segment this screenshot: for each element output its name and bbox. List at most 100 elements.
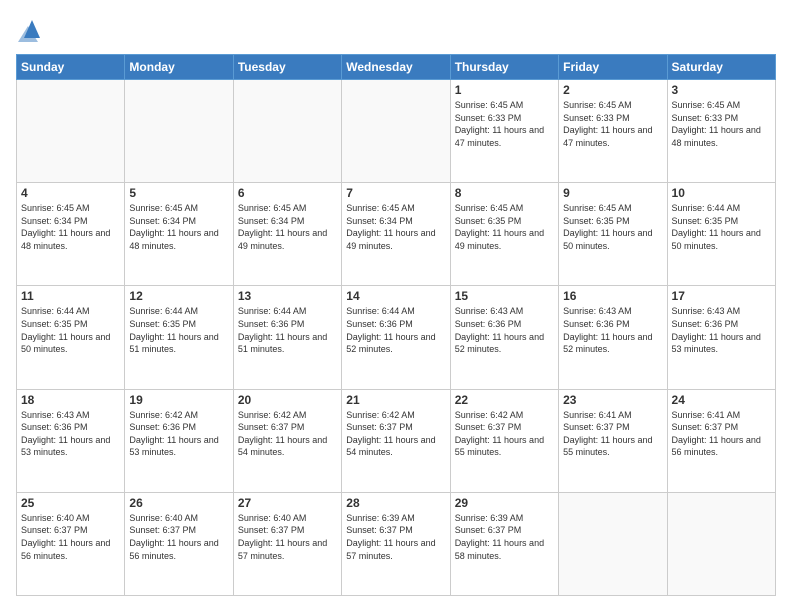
day-info: Sunrise: 6:42 AMSunset: 6:37 PMDaylight:… <box>346 409 445 459</box>
week-row-4: 18 Sunrise: 6:43 AMSunset: 6:36 PMDayligh… <box>17 389 776 492</box>
day-cell <box>233 80 341 183</box>
day-info: Sunrise: 6:43 AMSunset: 6:36 PMDaylight:… <box>455 305 554 355</box>
day-number: 8 <box>455 186 554 200</box>
day-header-sunday: Sunday <box>17 55 125 80</box>
day-info: Sunrise: 6:45 AMSunset: 6:33 PMDaylight:… <box>455 99 554 149</box>
day-number: 5 <box>129 186 228 200</box>
day-cell: 1Sunrise: 6:45 AMSunset: 6:33 PMDaylight… <box>450 80 558 183</box>
day-header-tuesday: Tuesday <box>233 55 341 80</box>
day-cell <box>667 492 775 595</box>
day-cell <box>17 80 125 183</box>
day-info: Sunrise: 6:40 AMSunset: 6:37 PMDaylight:… <box>21 512 120 562</box>
day-cell: 20 Sunrise: 6:42 AMSunset: 6:37 PMDayligh… <box>233 389 341 492</box>
day-cell <box>342 80 450 183</box>
day-info: Sunrise: 6:45 AMSunset: 6:35 PMDaylight:… <box>455 202 554 252</box>
day-info: Sunrise: 6:40 AMSunset: 6:37 PMDaylight:… <box>238 512 337 562</box>
day-cell: 7 Sunrise: 6:45 AMSunset: 6:34 PMDaylight… <box>342 183 450 286</box>
day-info: Sunrise: 6:42 AMSunset: 6:36 PMDaylight:… <box>129 409 228 459</box>
day-cell: 17 Sunrise: 6:43 AMSunset: 6:36 PMDayligh… <box>667 286 775 389</box>
day-info: Sunrise: 6:44 AMSunset: 6:35 PMDaylight:… <box>21 305 120 355</box>
day-info: Sunrise: 6:45 AMSunset: 6:34 PMDaylight:… <box>238 202 337 252</box>
day-info: Sunrise: 6:44 AMSunset: 6:36 PMDaylight:… <box>238 305 337 355</box>
day-header-monday: Monday <box>125 55 233 80</box>
day-cell: 10 Sunrise: 6:44 AMSunset: 6:35 PMDayligh… <box>667 183 775 286</box>
day-info: Sunrise: 6:44 AMSunset: 6:35 PMDaylight:… <box>672 202 771 252</box>
day-cell: 22 Sunrise: 6:42 AMSunset: 6:37 PMDayligh… <box>450 389 558 492</box>
day-number: 29 <box>455 496 554 510</box>
day-number: 18 <box>21 393 120 407</box>
day-number: 2 <box>563 83 662 97</box>
day-info: Sunrise: 6:43 AMSunset: 6:36 PMDaylight:… <box>21 409 120 459</box>
calendar-header: SundayMondayTuesdayWednesdayThursdayFrid… <box>17 55 776 80</box>
day-number: 3 <box>672 83 771 97</box>
week-row-2: 4 Sunrise: 6:45 AMSunset: 6:34 PMDaylight… <box>17 183 776 286</box>
day-number: 20 <box>238 393 337 407</box>
day-number: 12 <box>129 289 228 303</box>
day-cell: 6Sunrise: 6:45 AMSunset: 6:34 PMDaylight… <box>233 183 341 286</box>
day-number: 23 <box>563 393 662 407</box>
day-cell: 25 Sunrise: 6:40 AMSunset: 6:37 PMDayligh… <box>17 492 125 595</box>
day-number: 4 <box>21 186 120 200</box>
day-info: Sunrise: 6:41 AMSunset: 6:37 PMDaylight:… <box>672 409 771 459</box>
day-cell: 28 Sunrise: 6:39 AMSunset: 6:37 PMDayligh… <box>342 492 450 595</box>
day-number: 15 <box>455 289 554 303</box>
day-cell: 21Sunrise: 6:42 AMSunset: 6:37 PMDayligh… <box>342 389 450 492</box>
day-info: Sunrise: 6:39 AMSunset: 6:37 PMDaylight:… <box>455 512 554 562</box>
logo-icon <box>18 16 46 44</box>
days-of-week-row: SundayMondayTuesdayWednesdayThursdayFrid… <box>17 55 776 80</box>
day-number: 27 <box>238 496 337 510</box>
day-info: Sunrise: 6:45 AMSunset: 6:33 PMDaylight:… <box>672 99 771 149</box>
day-number: 9 <box>563 186 662 200</box>
day-cell: 18 Sunrise: 6:43 AMSunset: 6:36 PMDayligh… <box>17 389 125 492</box>
day-header-thursday: Thursday <box>450 55 558 80</box>
day-number: 19 <box>129 393 228 407</box>
day-cell: 24 Sunrise: 6:41 AMSunset: 6:37 PMDayligh… <box>667 389 775 492</box>
day-number: 17 <box>672 289 771 303</box>
day-number: 25 <box>21 496 120 510</box>
page: SundayMondayTuesdayWednesdayThursdayFrid… <box>0 0 792 612</box>
day-number: 28 <box>346 496 445 510</box>
day-number: 14 <box>346 289 445 303</box>
day-cell: 14 Sunrise: 6:44 AMSunset: 6:36 PMDayligh… <box>342 286 450 389</box>
day-number: 13 <box>238 289 337 303</box>
day-cell: 2 Sunrise: 6:45 AMSunset: 6:33 PMDaylight… <box>559 80 667 183</box>
day-cell: 13 Sunrise: 6:44 AMSunset: 6:36 PMDayligh… <box>233 286 341 389</box>
day-info: Sunrise: 6:40 AMSunset: 6:37 PMDaylight:… <box>129 512 228 562</box>
calendar-table: SundayMondayTuesdayWednesdayThursdayFrid… <box>16 54 776 596</box>
day-header-wednesday: Wednesday <box>342 55 450 80</box>
day-info: Sunrise: 6:39 AMSunset: 6:37 PMDaylight:… <box>346 512 445 562</box>
day-info: Sunrise: 6:42 AMSunset: 6:37 PMDaylight:… <box>455 409 554 459</box>
day-number: 16 <box>563 289 662 303</box>
day-cell: 11Sunrise: 6:44 AMSunset: 6:35 PMDayligh… <box>17 286 125 389</box>
day-info: Sunrise: 6:44 AMSunset: 6:36 PMDaylight:… <box>346 305 445 355</box>
day-cell: 3 Sunrise: 6:45 AMSunset: 6:33 PMDaylight… <box>667 80 775 183</box>
day-info: Sunrise: 6:45 AMSunset: 6:34 PMDaylight:… <box>346 202 445 252</box>
day-header-saturday: Saturday <box>667 55 775 80</box>
day-info: Sunrise: 6:42 AMSunset: 6:37 PMDaylight:… <box>238 409 337 459</box>
day-header-friday: Friday <box>559 55 667 80</box>
week-row-5: 25 Sunrise: 6:40 AMSunset: 6:37 PMDayligh… <box>17 492 776 595</box>
day-number: 24 <box>672 393 771 407</box>
day-number: 26 <box>129 496 228 510</box>
day-info: Sunrise: 6:43 AMSunset: 6:36 PMDaylight:… <box>563 305 662 355</box>
day-number: 22 <box>455 393 554 407</box>
day-cell: 26 Sunrise: 6:40 AMSunset: 6:37 PMDayligh… <box>125 492 233 595</box>
week-row-1: 1Sunrise: 6:45 AMSunset: 6:33 PMDaylight… <box>17 80 776 183</box>
day-cell: 12 Sunrise: 6:44 AMSunset: 6:35 PMDayligh… <box>125 286 233 389</box>
day-number: 10 <box>672 186 771 200</box>
day-cell <box>125 80 233 183</box>
day-number: 7 <box>346 186 445 200</box>
day-info: Sunrise: 6:44 AMSunset: 6:35 PMDaylight:… <box>129 305 228 355</box>
calendar-body: 1Sunrise: 6:45 AMSunset: 6:33 PMDaylight… <box>17 80 776 596</box>
day-info: Sunrise: 6:41 AMSunset: 6:37 PMDaylight:… <box>563 409 662 459</box>
day-info: Sunrise: 6:45 AMSunset: 6:34 PMDaylight:… <box>21 202 120 252</box>
week-row-3: 11Sunrise: 6:44 AMSunset: 6:35 PMDayligh… <box>17 286 776 389</box>
day-cell: 23 Sunrise: 6:41 AMSunset: 6:37 PMDayligh… <box>559 389 667 492</box>
logo <box>16 16 46 44</box>
day-info: Sunrise: 6:45 AMSunset: 6:33 PMDaylight:… <box>563 99 662 149</box>
day-cell: 9Sunrise: 6:45 AMSunset: 6:35 PMDaylight… <box>559 183 667 286</box>
day-cell: 15 Sunrise: 6:43 AMSunset: 6:36 PMDayligh… <box>450 286 558 389</box>
day-cell: 8 Sunrise: 6:45 AMSunset: 6:35 PMDaylight… <box>450 183 558 286</box>
day-info: Sunrise: 6:43 AMSunset: 6:36 PMDaylight:… <box>672 305 771 355</box>
day-cell: 16 Sunrise: 6:43 AMSunset: 6:36 PMDayligh… <box>559 286 667 389</box>
